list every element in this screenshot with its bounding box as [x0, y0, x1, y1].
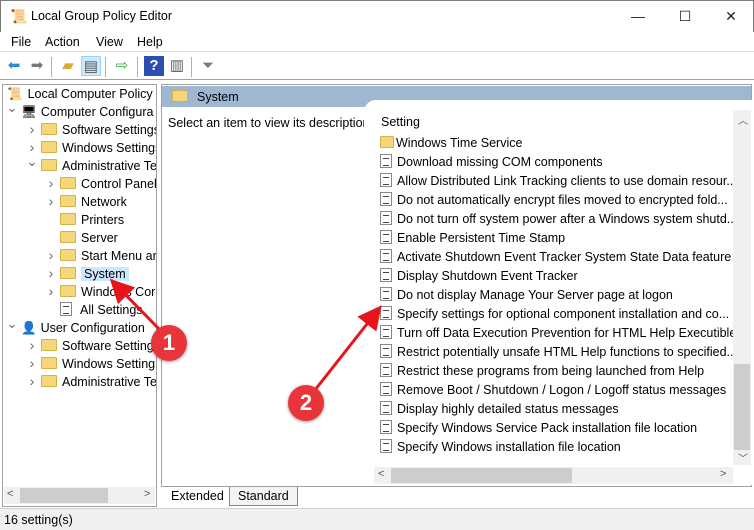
arrow-2 [313, 305, 382, 391]
annotation-badge-2: 2 [288, 385, 324, 421]
annotation-badge-1: 1 [151, 325, 187, 361]
annotation-arrows [109, 278, 382, 391]
arrow-1 [109, 278, 162, 332]
